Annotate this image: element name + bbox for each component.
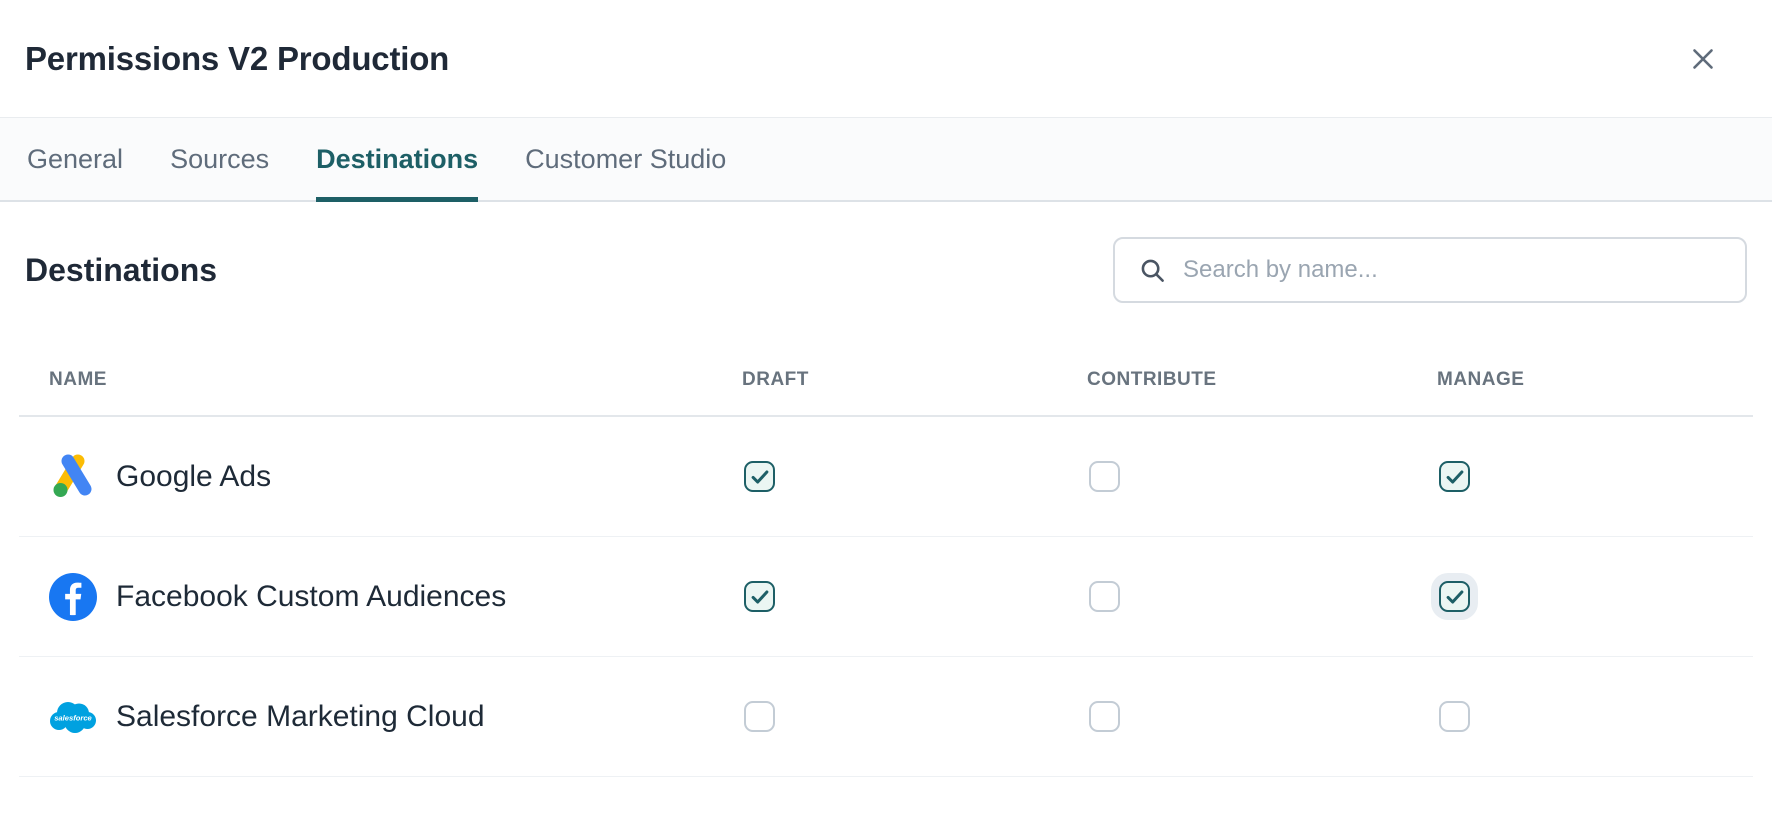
column-header-draft: DRAFT: [742, 369, 1087, 391]
destination-name: Google Ads: [116, 460, 271, 494]
contribute-cell: [1087, 701, 1437, 732]
destinations-panel: Destinations NAME DRAFT CONTRIBUTE MANAG…: [0, 202, 1772, 777]
permissions-dialog: Permissions V2 Production General Source…: [0, 0, 1772, 838]
contribute-cell: [1087, 581, 1437, 612]
draft-cell: [742, 701, 1087, 732]
destination-cell: Google Ads: [19, 453, 742, 501]
contribute-cell: [1087, 461, 1437, 492]
tab-customer-studio[interactable]: Customer Studio: [525, 118, 726, 200]
table-row: salesforce Salesforce Marketing Cloud: [19, 657, 1753, 777]
destination-cell: Facebook Custom Audiences: [19, 573, 742, 621]
close-button[interactable]: [1682, 38, 1724, 80]
facebook-icon: [49, 573, 97, 621]
destinations-table: NAME DRAFT CONTRIBUTE MANAGE Google Ads: [22, 304, 1750, 777]
manage-checkbox[interactable]: [1439, 701, 1470, 732]
search-box[interactable]: [1113, 237, 1747, 303]
table-row: Facebook Custom Audiences: [19, 537, 1753, 657]
manage-checkbox[interactable]: [1439, 581, 1470, 612]
draft-checkbox[interactable]: [744, 581, 775, 612]
draft-cell: [742, 581, 1087, 612]
section-heading: Destinations: [25, 252, 217, 289]
destination-name: Facebook Custom Audiences: [116, 580, 506, 614]
draft-checkbox[interactable]: [744, 701, 775, 732]
manage-cell: [1437, 581, 1753, 612]
contribute-checkbox[interactable]: [1089, 461, 1120, 492]
destination-cell: salesforce Salesforce Marketing Cloud: [19, 693, 742, 741]
tab-sources[interactable]: Sources: [170, 118, 269, 200]
google-ads-icon: [49, 453, 97, 501]
manage-cell: [1437, 461, 1753, 492]
dialog-header: Permissions V2 Production: [0, 0, 1772, 117]
svg-text:salesforce: salesforce: [54, 713, 92, 722]
table-row: Google Ads: [19, 417, 1753, 537]
table-header-row: NAME DRAFT CONTRIBUTE MANAGE: [19, 304, 1753, 417]
search-input[interactable]: [1183, 256, 1725, 284]
destination-name: Salesforce Marketing Cloud: [116, 700, 485, 734]
salesforce-icon: salesforce: [49, 693, 97, 741]
column-header-contribute: CONTRIBUTE: [1087, 369, 1437, 391]
column-header-name: NAME: [19, 369, 742, 391]
x-icon: [1688, 44, 1718, 74]
tab-general[interactable]: General: [27, 118, 123, 200]
contribute-checkbox[interactable]: [1089, 701, 1120, 732]
manage-checkbox[interactable]: [1439, 461, 1470, 492]
tab-destinations[interactable]: Destinations: [316, 118, 478, 200]
draft-cell: [742, 461, 1087, 492]
column-header-manage: MANAGE: [1437, 369, 1753, 391]
tab-bar: General Sources Destinations Customer St…: [0, 117, 1772, 202]
search-icon: [1139, 257, 1166, 284]
manage-cell: [1437, 701, 1753, 732]
panel-toolbar: Destinations: [25, 236, 1747, 304]
draft-checkbox[interactable]: [744, 461, 775, 492]
dialog-title: Permissions V2 Production: [25, 40, 449, 78]
contribute-checkbox[interactable]: [1089, 581, 1120, 612]
